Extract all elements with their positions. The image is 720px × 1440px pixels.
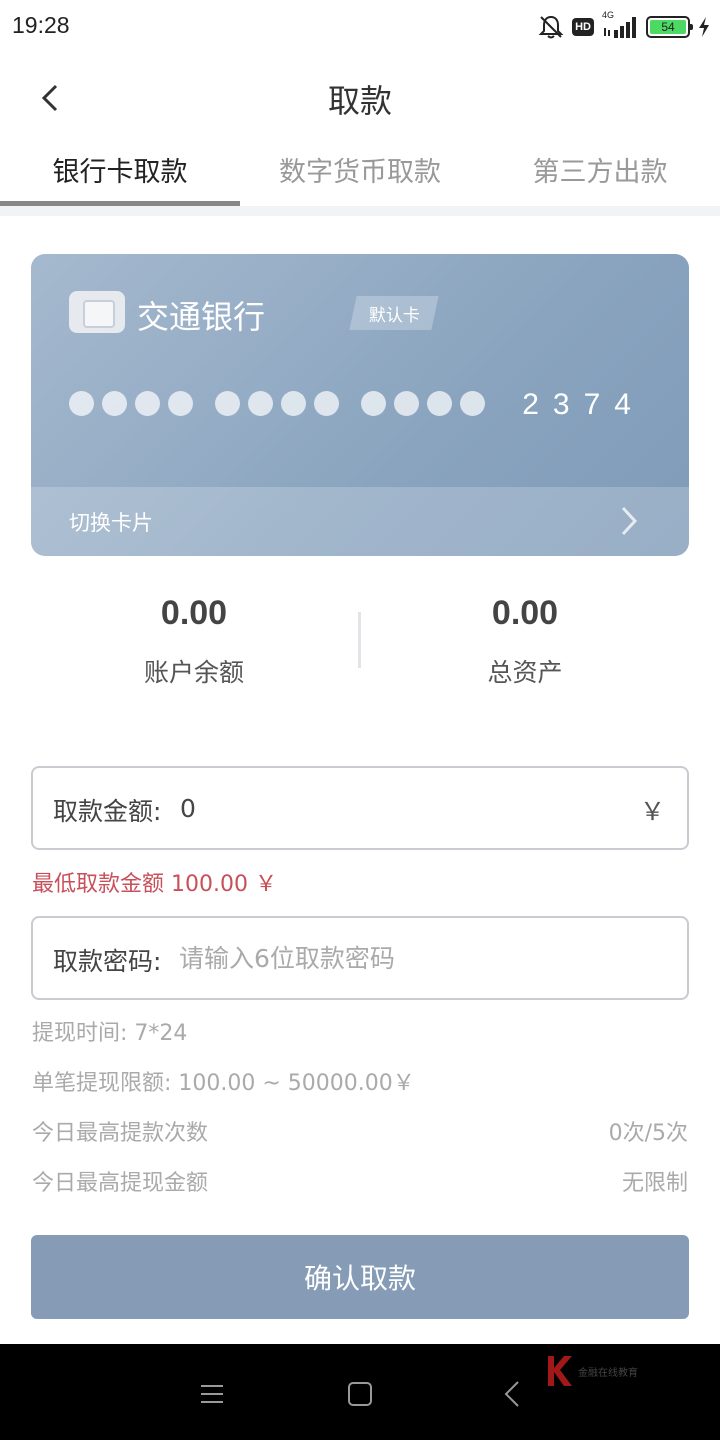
- daily-count-label: 今日最高提款次数: [32, 1121, 209, 1146]
- account-balance: 0.00 账户余额: [14, 590, 374, 689]
- charging-icon: [699, 17, 709, 37]
- chevron-right-icon: [621, 506, 638, 536]
- withdraw-password-input[interactable]: [179, 936, 619, 980]
- mask-dot: [69, 391, 94, 416]
- info-daily-amount: 今日最高提现金额 无限制: [32, 1165, 688, 1199]
- withdraw-amount-input[interactable]: [180, 786, 620, 830]
- tab-bank-card-withdraw[interactable]: 银行卡取款: [0, 140, 240, 206]
- tab-third-party-withdraw[interactable]: 第三方出款: [480, 140, 720, 206]
- watermark-logo-icon: [548, 1356, 572, 1386]
- mask-dot: [248, 391, 273, 416]
- mask-dot: [394, 391, 419, 416]
- withdraw-time-text: 提现时间: 7*24: [32, 1021, 188, 1046]
- nav-back-button[interactable]: [492, 1374, 532, 1414]
- card-chip-icon: [69, 291, 125, 333]
- hd-icon: HD: [572, 18, 594, 36]
- withdraw-amount-label: 取款金额:: [53, 797, 162, 826]
- battery-icon: 54: [646, 16, 693, 38]
- status-bar: 19:28 HD 4G 54: [0, 0, 720, 56]
- total-assets-amount: 0.00: [491, 594, 559, 632]
- tab-bar: 银行卡取款 数字货币取款 第三方出款: [0, 140, 720, 206]
- single-limit-text: 单笔提现限额: 100.00 ~ 50000.00￥: [32, 1071, 415, 1096]
- withdraw-password-label: 取款密码:: [53, 947, 162, 976]
- mask-dot: [168, 391, 193, 416]
- default-card-badge: 默认卡: [349, 296, 439, 330]
- nav-home-button[interactable]: [340, 1374, 380, 1414]
- confirm-withdraw-button[interactable]: 确认取款: [31, 1235, 689, 1319]
- bank-name: 交通银行: [137, 298, 266, 336]
- status-icons: HD 4G 54: [538, 10, 710, 42]
- masked-card-number: [69, 391, 485, 416]
- info-single-limit: 单笔提现限额: 100.00 ~ 50000.00￥: [32, 1065, 688, 1099]
- daily-amount-value: 无限制: [621, 1171, 688, 1196]
- default-card-label: 默认卡: [368, 305, 420, 326]
- masked-group: [69, 391, 193, 416]
- back-triangle-icon: [504, 1381, 519, 1407]
- masked-group: [215, 391, 339, 416]
- network-label: 4G: [602, 10, 615, 20]
- switch-card-label: 切换卡片: [69, 511, 153, 535]
- balances: 0.00 账户余额 0.00 总资产: [0, 590, 720, 700]
- card-last-digits: 2374: [522, 388, 645, 421]
- watermark-text: 金融在线教育: [578, 1367, 638, 1379]
- account-balance-amount: 0.00: [160, 594, 228, 632]
- bell-off-icon: [538, 15, 564, 39]
- total-assets: 0.00 总资产: [345, 590, 705, 689]
- status-time: 19:28: [12, 12, 70, 38]
- min-amount-note: 最低取款金额 100.00 ￥: [32, 872, 277, 897]
- switch-card-button[interactable]: 切换卡片: [31, 487, 689, 556]
- signal-icon: 4G: [602, 10, 638, 40]
- account-balance-label: 账户余额: [143, 658, 244, 687]
- currency-symbol: ￥: [639, 797, 665, 826]
- mask-dot: [135, 391, 160, 416]
- withdraw-password-field[interactable]: 取款密码:: [31, 916, 689, 1000]
- mask-dot: [361, 391, 386, 416]
- menu-icon: [201, 1385, 223, 1403]
- info-withdraw-time: 提现时间: 7*24: [32, 1015, 688, 1049]
- tab-digital-currency-withdraw[interactable]: 数字货币取款: [240, 140, 480, 206]
- tab-divider: [0, 206, 720, 216]
- bank-card: 交通银行 默认卡 2374 切换卡片: [31, 254, 689, 556]
- nav-menu-button[interactable]: [192, 1374, 232, 1414]
- watermark: 金融在线教育: [544, 1354, 638, 1388]
- withdraw-amount-field[interactable]: 取款金额: ￥: [31, 766, 689, 850]
- info-daily-count: 今日最高提款次数 0次/5次: [32, 1115, 688, 1149]
- daily-count-value: 0次/5次: [608, 1121, 688, 1146]
- system-nav-bar: 金融在线教育: [0, 1344, 720, 1440]
- header: 取款: [0, 58, 720, 138]
- page-title: 取款: [327, 82, 392, 120]
- mask-dot: [215, 391, 240, 416]
- mask-dot: [314, 391, 339, 416]
- home-square-icon: [348, 1382, 372, 1406]
- mask-dot: [427, 391, 452, 416]
- total-assets-label: 总资产: [487, 658, 563, 687]
- masked-group: [361, 391, 485, 416]
- mask-dot: [281, 391, 306, 416]
- mask-dot: [102, 391, 127, 416]
- mask-dot: [460, 391, 485, 416]
- battery-level: 54: [650, 20, 686, 34]
- daily-amount-label: 今日最高提现金额: [32, 1171, 209, 1196]
